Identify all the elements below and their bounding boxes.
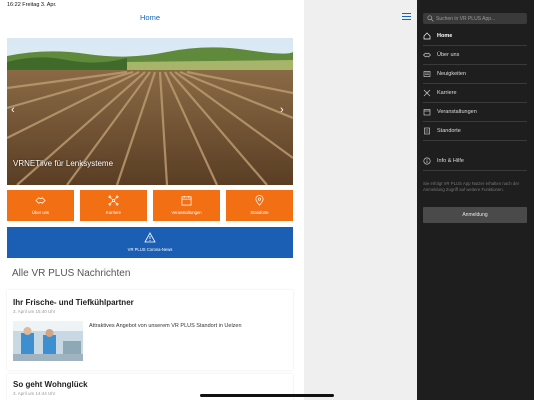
home-indicator[interactable] [200,394,334,397]
divider [423,102,527,103]
search-input[interactable]: Suchen in VR PLUS App... [423,13,527,24]
location-pin-icon [424,127,430,135]
corona-news-button[interactable]: VR PLUS Corona-News [7,227,293,258]
tile-ueber-uns[interactable]: Über uns [7,190,74,221]
news-date: 3. April um 15:40 Uhr [13,309,56,314]
login-note: Sie erfolgt VR PLUS App Nutzer erhalten … [423,181,520,192]
drawer-item-label: Neuigkeiten [437,71,467,77]
drawer-item-label: Über uns [437,52,460,58]
tile-label: Karriere [106,210,121,215]
tile-karriere[interactable]: Karriere [80,190,147,221]
newspaper-icon [423,71,431,77]
side-drawer: Suchen in VR PLUS App... Home Über uns N… [417,0,534,400]
network-icon [423,89,431,97]
handshake-icon [423,52,431,58]
tile-veranstaltungen[interactable]: Veranstaltungen [153,190,220,221]
warning-icon [144,232,156,243]
drawer-item-veranstaltungen[interactable]: Veranstaltungen [423,106,527,120]
divider [423,64,527,65]
tile-label: Über uns [32,210,49,215]
drawer-item-label: Standorte [437,128,461,134]
tile-label: Standorte [250,210,269,215]
divider [423,121,527,122]
location-pin-icon [255,195,264,206]
news-date: 3. April um 14:44 Uhr [13,391,56,396]
news-title: So geht Wohnglück [13,380,88,389]
handshake-icon [35,197,46,204]
drawer-item-info[interactable]: Info & Hilfe [423,155,527,169]
news-thumbnail [13,321,83,361]
divider [423,83,527,84]
drawer-item-home[interactable]: Home [423,30,527,44]
drawer-item-label: Home [437,33,453,39]
corona-label: VR PLUS Corona-News [127,247,173,252]
main-content: 16:22 Freitag 3. Apr. Home ‹ › VRNETlive… [0,0,304,400]
news-teaser: Attraktives Angebot von unserem VR PLUS … [89,323,242,329]
search-icon [427,15,434,22]
calendar-icon [181,195,192,206]
quick-links: Über uns Karriere Veranstaltungen Stando… [7,190,293,221]
news-section-title: Alle VR PLUS Nachrichten [12,268,131,279]
news-title: Ihr Frische- und Tiefkühlpartner [13,298,134,307]
news-card[interactable]: Ihr Frische- und Tiefkühlpartner 3. Apri… [7,290,293,370]
tile-standorte[interactable]: Standorte [226,190,293,221]
tile-label: Veranstaltungen [171,210,202,215]
menu-icon[interactable] [402,13,411,21]
calendar-icon [423,109,431,116]
drawer-item-label: Info & Hilfe [437,158,464,164]
chevron-right-icon[interactable]: › [280,104,284,116]
hero-caption: VRNETlive für Lenksysteme [13,159,114,168]
drawer-item-label: Veranstaltungen [437,109,477,115]
info-icon [423,157,431,165]
drawer-item-label: Karriere [437,90,457,96]
drawer-item-karriere[interactable]: Karriere [423,87,527,101]
drawer-item-standorte[interactable]: Standorte [423,125,527,139]
network-icon [108,195,119,206]
drawer-item-ueber-uns[interactable]: Über uns [423,49,527,63]
divider [423,170,527,171]
divider [423,45,527,46]
chevron-left-icon[interactable]: ‹ [11,104,15,116]
drawer-item-neuigkeiten[interactable]: Neuigkeiten [423,68,527,82]
divider [423,140,527,141]
hero-carousel[interactable]: ‹ › VRNETlive für Lenksysteme [7,38,293,185]
page-title: Home [139,13,160,22]
login-button[interactable]: Anmeldung [423,207,527,223]
search-placeholder: Suchen in VR PLUS App... [436,15,496,22]
content-backdrop [304,0,417,400]
home-icon [423,32,431,40]
